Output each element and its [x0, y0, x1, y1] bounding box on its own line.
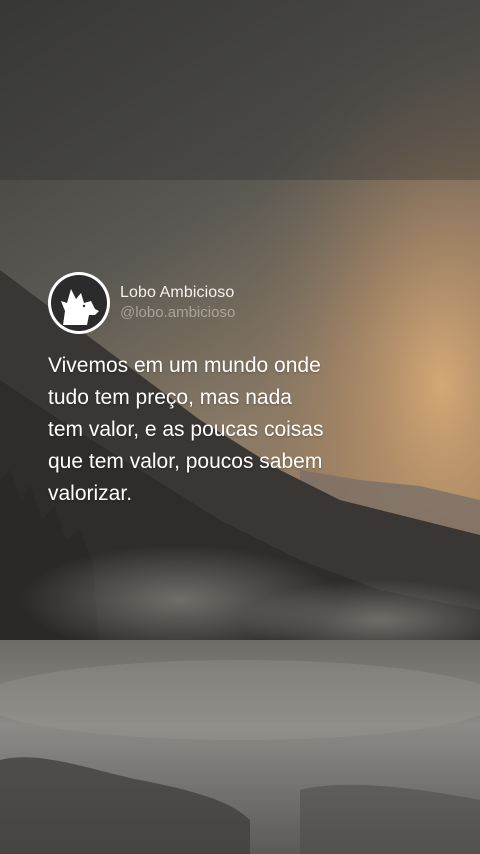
author-name: Lobo Ambicioso	[120, 284, 235, 301]
post-author: Lobo Ambicioso @lobo.ambicioso	[48, 272, 235, 334]
quote-text: Vivemos em um mundo onde tudo tem preço,…	[48, 354, 324, 505]
avatar	[48, 272, 110, 334]
author-handle: @lobo.ambicioso	[120, 304, 236, 321]
wolf-icon	[61, 289, 99, 325]
video-frame: Lobo Ambicioso @lobo.ambicioso Vivemos e…	[0, 0, 480, 854]
